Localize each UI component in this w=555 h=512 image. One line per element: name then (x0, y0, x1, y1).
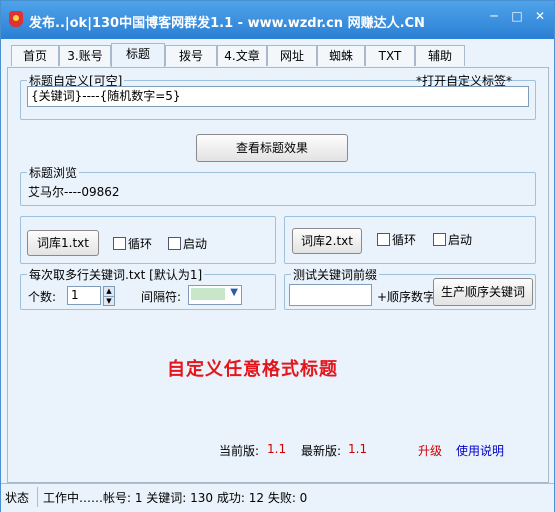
lib2-enable-checkbox[interactable] (433, 233, 446, 246)
tab-panel-title: 标题自定义[可空] *打开自定义标签* {关键词}----{随机数字=5} 查看… (7, 67, 549, 483)
tab-accounts[interactable]: 3.账号 (59, 45, 111, 66)
spin-up-icon[interactable]: ▲ (103, 286, 115, 297)
minimize-button[interactable]: ─ (483, 7, 505, 25)
status-bar: 状态 工作中……帐号: 1 关键词: 130 成功: 12 失败: 0 (1, 483, 554, 512)
generate-keywords-button[interactable]: 生产顺序关键词 (433, 278, 533, 306)
preview-title-button[interactable]: 查看标题效果 (196, 134, 348, 162)
status-text: 工作中……帐号: 1 关键词: 130 成功: 12 失败: 0 (43, 491, 308, 505)
status-divider (37, 487, 38, 507)
title-preview-text: 艾马尔----09862 (28, 185, 120, 199)
tab-dialup[interactable]: 拨号 (165, 45, 217, 66)
lib1-button[interactable]: 词库1.txt (27, 230, 99, 256)
separator-select[interactable]: ▼ (188, 285, 242, 305)
tab-urls[interactable]: 网址 (267, 45, 317, 66)
tab-title[interactable]: 标题 (111, 43, 165, 67)
spin-down-icon[interactable]: ▼ (103, 297, 115, 306)
upgrade-link[interactable]: 升级 (418, 442, 442, 459)
app-window: 发布..|ok|130中国博客网群发1.1 - www.wzdr.cn 网赚达人… (0, 0, 555, 512)
lib2-loop-checkbox[interactable] (377, 233, 390, 246)
current-version-value: 1.1 (267, 442, 287, 456)
count-input[interactable]: 1 (67, 286, 101, 305)
chevron-down-icon: ▼ (230, 287, 238, 298)
count-label: 个数: (28, 290, 57, 304)
suffix-label: +顺序数字 (377, 290, 436, 304)
title-template-input[interactable]: {关键词}----{随机数字=5} (27, 86, 529, 107)
lib2-button[interactable]: 词库2.txt (292, 228, 362, 254)
status-label: 状态 (5, 491, 30, 505)
lib2-loop-label: 循环 (392, 233, 417, 247)
window-title: 发布..|ok|130中国博客网群发1.1 - www.wzdr.cn 网赚达人… (29, 16, 425, 31)
separator-label: 间隔符: (141, 290, 182, 304)
close-button[interactable]: ✕ (529, 7, 551, 25)
help-link[interactable]: 使用说明 (456, 442, 504, 459)
tab-articles[interactable]: 4.文章 (217, 45, 267, 66)
tab-home[interactable]: 首页 (11, 45, 59, 66)
multi-keyword-legend: 每次取多行关键词.txt [默认为1] (29, 268, 203, 282)
tab-assist[interactable]: 辅助 (415, 45, 465, 66)
count-spinner[interactable]: ▲ ▼ (103, 286, 115, 306)
latest-version-label: 最新版: (301, 444, 342, 458)
lib2-enable-label: 启动 (448, 233, 473, 247)
prefix-legend: 测试关键词前缀 (293, 268, 378, 282)
tab-txt[interactable]: TXT (365, 45, 415, 66)
title-bar: 发布..|ok|130中国博客网群发1.1 - www.wzdr.cn 网赚达人… (1, 1, 554, 39)
lib1-loop-checkbox[interactable] (113, 237, 126, 250)
tab-spider[interactable]: 蜘蛛 (317, 45, 365, 66)
lib1-enable-checkbox[interactable] (168, 237, 181, 250)
app-icon (9, 11, 23, 27)
title-preview-legend: 标题浏览 (29, 166, 78, 180)
lib1-loop-label: 循环 (128, 237, 153, 251)
banner-text: 自定义任意格式标题 (167, 359, 338, 380)
maximize-button[interactable]: □ (506, 7, 528, 25)
separator-swatch (191, 288, 225, 300)
lib1-enable-label: 启动 (183, 237, 208, 251)
current-version-label: 当前版: (219, 444, 260, 458)
latest-version-value: 1.1 (348, 442, 368, 456)
prefix-input[interactable] (289, 284, 372, 306)
